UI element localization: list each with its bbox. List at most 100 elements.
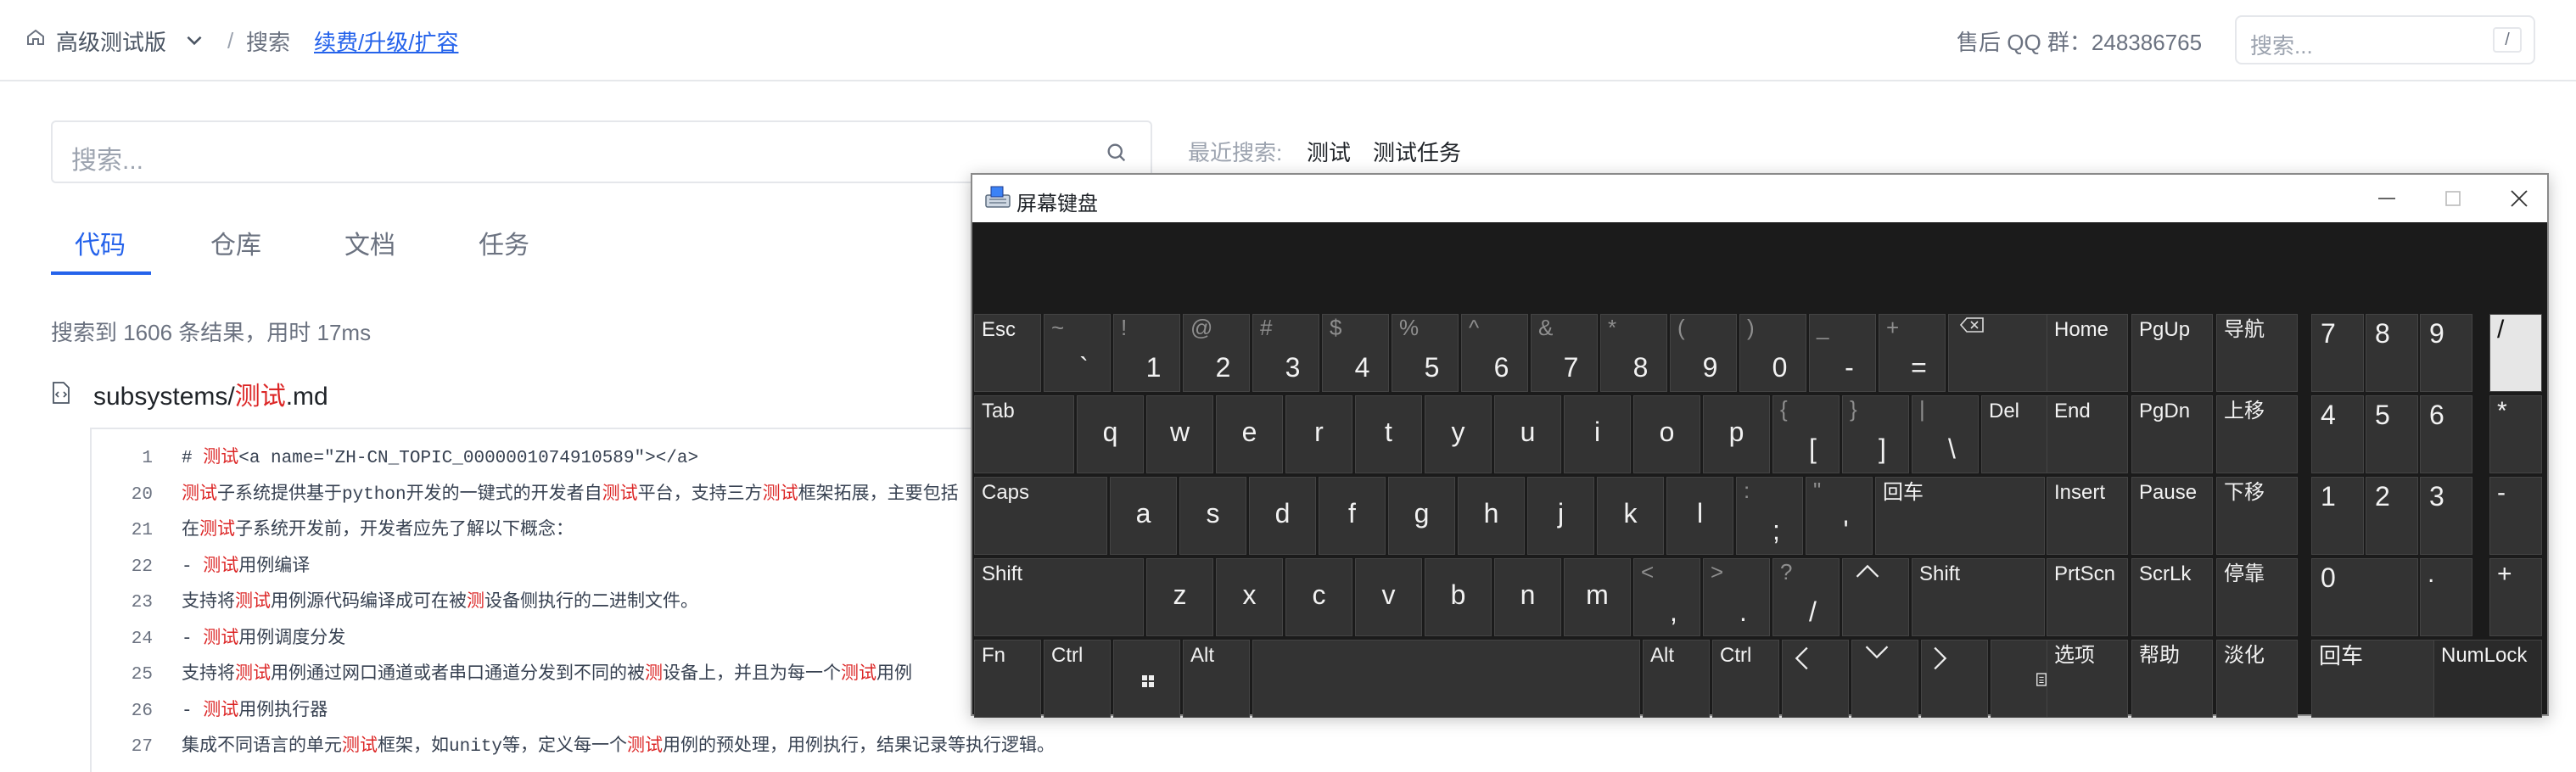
key-.[interactable]: >. [1703, 558, 1770, 636]
key-e[interactable]: e [1216, 395, 1283, 473]
key-ctrl[interactable]: Ctrl [1044, 640, 1111, 718]
recent-search-item[interactable]: 测试任务 [1373, 136, 1461, 167]
key-insert[interactable]: Insert [2047, 477, 2128, 555]
key-0[interactable]: 0 [2311, 558, 2418, 636]
key-4[interactable]: 4 [2311, 395, 2364, 473]
key-2[interactable]: 2 [2366, 477, 2418, 555]
key-prtscn[interactable]: PrtScn [2047, 558, 2128, 636]
key-9[interactable]: 9 [2420, 314, 2472, 392]
key-/[interactable]: / [2489, 314, 2542, 392]
close-icon[interactable] [2496, 182, 2542, 215]
key-caps[interactable]: Caps [974, 477, 1107, 555]
key-up[interactable] [1842, 558, 1909, 636]
key-home[interactable]: Home [2047, 314, 2128, 392]
key-c[interactable]: c [1285, 558, 1352, 636]
key-l[interactable]: l [1666, 477, 1733, 555]
key-d[interactable]: d [1249, 477, 1316, 555]
key-g[interactable]: g [1388, 477, 1455, 555]
key-q[interactable]: q [1077, 395, 1144, 473]
key-del[interactable]: Del [1981, 395, 2048, 473]
key-w[interactable]: w [1146, 395, 1213, 473]
key-a[interactable]: a [1110, 477, 1177, 555]
window-title-bar[interactable]: 屏幕键盘 [972, 175, 2547, 222]
key-7[interactable]: 7 [2311, 314, 2364, 392]
key-h[interactable]: h [1458, 477, 1525, 555]
key-5[interactable]: 5 [2366, 395, 2418, 473]
key-alt[interactable]: Alt [1183, 640, 1250, 718]
key-/[interactable]: ? / [1772, 558, 1840, 636]
key-+[interactable]: + [2489, 558, 2542, 636]
key-8[interactable]: 8 [2366, 314, 2418, 392]
key-pgup[interactable]: PgUp [2131, 314, 2213, 392]
key-[[interactable]: {[ [1772, 395, 1840, 473]
key-v[interactable]: v [1355, 558, 1422, 636]
key-tab[interactable]: Tab [974, 395, 1074, 473]
key-i[interactable]: i [1564, 395, 1631, 473]
key-y[interactable]: y [1425, 395, 1492, 473]
key-numlock[interactable]: NumLock [2433, 640, 2542, 718]
key-淡化[interactable]: 淡化 [2216, 640, 2298, 718]
chevron-down-icon[interactable] [183, 29, 205, 51]
key-5[interactable]: % 5 [1392, 314, 1459, 392]
key-x[interactable]: x [1216, 558, 1283, 636]
key-9[interactable]: (9 [1670, 314, 1737, 392]
key-scrlk[interactable]: ScrLk [2131, 558, 2213, 636]
key-k[interactable]: k [1597, 477, 1664, 555]
key-down[interactable] [1851, 640, 1918, 718]
key-u[interactable]: u [1494, 395, 1561, 473]
key-o[interactable]: o [1633, 395, 1700, 473]
key-1[interactable]: ! 1 [1113, 314, 1180, 392]
result-file-title[interactable]: subsystems/测试.md [93, 375, 328, 412]
key-8[interactable]: * 8 [1600, 314, 1667, 392]
key-shift[interactable]: Shift [1912, 558, 2045, 636]
key-4[interactable]: $4 [1322, 314, 1389, 392]
key-s[interactable]: s [1179, 477, 1246, 555]
key-fn[interactable]: Fn [974, 640, 1041, 718]
key-n[interactable]: n [1494, 558, 1561, 636]
key--[interactable]: _ - [1809, 314, 1876, 392]
key-6[interactable]: ^ 6 [1461, 314, 1528, 392]
upgrade-link[interactable]: 续费/升级/扩容 [314, 25, 458, 56]
key-r[interactable]: r [1285, 395, 1352, 473]
key-ctrl[interactable]: Ctrl [1712, 640, 1779, 718]
key-=[interactable]: + = [1879, 314, 1946, 392]
key-7[interactable]: & 7 [1531, 314, 1598, 392]
key-z[interactable]: z [1146, 558, 1213, 636]
minimize-icon[interactable] [2364, 182, 2410, 215]
key-f[interactable]: f [1319, 477, 1386, 555]
key-space[interactable] [1252, 640, 1640, 718]
search-icon[interactable] [1105, 141, 1128, 165]
key-,[interactable]: <, [1633, 558, 1700, 636]
key-windows[interactable] [1113, 640, 1180, 718]
key-shift[interactable]: Shift [974, 558, 1144, 636]
key-m[interactable]: m [1564, 558, 1631, 636]
tab-docs[interactable]: 文档 [344, 224, 395, 261]
tab-code[interactable]: 代码 [75, 224, 126, 261]
key-1[interactable]: 1 [2311, 477, 2364, 555]
recent-search-item[interactable]: 测试 [1307, 136, 1351, 167]
key-'[interactable]: " ' [1806, 477, 1873, 555]
edition-selector[interactable]: 高级测试版 [56, 25, 166, 56]
key-帮助[interactable]: 帮助 [2131, 640, 2213, 718]
key-3[interactable]: 3 [2420, 477, 2472, 555]
on-screen-keyboard-window[interactable]: 屏幕键盘 Esc ~ `! 1 @2 #3 $4% 5 ^ 6 & 7 * 8(9) 0 _ - + = Tab q w e… [971, 173, 2549, 718]
key-上移[interactable]: 上移 [2216, 395, 2298, 473]
key--[interactable]: - [2489, 477, 2542, 555]
key-下移[interactable]: 下移 [2216, 477, 2298, 555]
key-p[interactable]: p [1703, 395, 1770, 473]
key-0[interactable]: ) 0 [1739, 314, 1806, 392]
key-esc[interactable]: Esc [974, 314, 1041, 392]
top-search-input[interactable]: 搜索... / [2235, 15, 2535, 64]
key-2[interactable]: @2 [1183, 314, 1250, 392]
maximize-icon[interactable] [2430, 182, 2476, 215]
key-][interactable]: }] [1842, 395, 1909, 473]
key-导航[interactable]: 导航 [2216, 314, 2298, 392]
key-left[interactable] [1782, 640, 1849, 718]
tab-tasks[interactable]: 任务 [479, 224, 529, 261]
key-6[interactable]: 6 [2420, 395, 2472, 473]
key-j[interactable]: j [1527, 477, 1594, 555]
key-b[interactable]: b [1425, 558, 1492, 636]
key-pgdn[interactable]: PgDn [2131, 395, 2213, 473]
key-.[interactable]: . [2420, 558, 2472, 636]
key-alt[interactable]: Alt [1643, 640, 1710, 718]
